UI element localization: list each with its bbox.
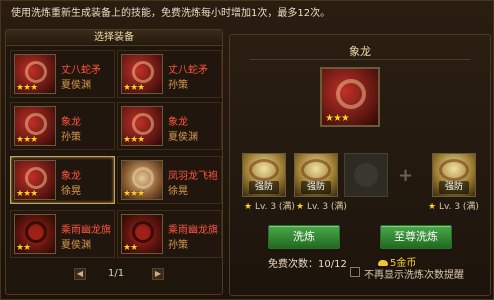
skill-level: ★ Lv. 3 (满) (428, 202, 479, 212)
star-rating: ★★★ (16, 83, 38, 93)
star-rating: ★★★ (123, 189, 145, 199)
tip-text: 使用洗炼重新生成装备上的技能，免费洗炼每小时增加1次，最多12次。 (11, 8, 331, 19)
skill-slot[interactable]: 强防 (242, 153, 286, 197)
equipment-name: 乘雨幽龙旗 (61, 225, 111, 236)
refine-window: 使用洗炼重新生成装备上的技能，免费洗炼每小时增加1次，最多12次。 选择装备 ★… (0, 0, 494, 300)
equipment-name: 象龙 (168, 117, 188, 128)
equipment-name: 丈八蛇矛 (168, 65, 208, 76)
refine-button[interactable]: 洗炼 (268, 225, 340, 249)
no-reminder-checkbox[interactable] (350, 267, 360, 277)
selected-equipment-title: 象龙 (349, 45, 371, 58)
star-rating: ★★★ (16, 189, 38, 199)
equipment-name: 丈八蛇矛 (61, 65, 101, 76)
equipment-slot[interactable]: ★★★ 凤羽龙飞袍 徐晃 (117, 156, 222, 204)
horse-icon: ★★★ (121, 106, 163, 146)
equipment-list-title: 选择装备 (6, 30, 222, 46)
equipment-name: 凤羽龙飞袍 (168, 171, 218, 182)
no-reminder-label: 不再显示洗炼次数提醒 (364, 270, 464, 281)
equipment-owner: 孙策 (61, 132, 81, 143)
robe-icon: ★★★ (121, 160, 163, 200)
star-rating: ★★★ (123, 135, 145, 145)
star-rating: ★★ (123, 243, 138, 253)
equipment-owner: 孙策 (168, 240, 188, 251)
skill-label: 强防 (301, 181, 331, 194)
star-rating: ★★★ (123, 83, 145, 93)
pager: ◀ 1/1 ▶ (66, 266, 166, 282)
equipment-list-panel: 选择装备 ★★★ 丈八蛇矛 夏侯渊 ★★★ 丈八蛇矛 孙策 ★★★ 象龙 孙策 … (5, 29, 223, 295)
selected-equipment-icon: ★★★ (320, 67, 380, 127)
equipment-slot[interactable]: ★★ 乘雨幽龙旗 孙策 (117, 210, 222, 258)
flag-icon: ★★ (14, 214, 56, 254)
equipment-name: 象龙 (61, 171, 81, 182)
supreme-refine-button[interactable]: 至尊洗炼 (380, 225, 452, 249)
page-indicator: 1/1 (108, 268, 125, 279)
skill-slot[interactable]: 强防 (432, 153, 476, 197)
star-icon: ★ (428, 202, 437, 212)
equipment-slot[interactable]: ★★★ 丈八蛇矛 孙策 (117, 50, 222, 98)
skill-label: 强防 (249, 181, 279, 194)
spear-icon: ★★★ (121, 54, 163, 94)
equipment-slot[interactable]: ★★ 乘雨幽龙旗 夏侯渊 (10, 210, 115, 258)
equipment-owner: 孙策 (168, 80, 188, 91)
equipment-slot[interactable]: ★★★ 象龙 孙策 (10, 102, 115, 150)
equipment-owner: 夏侯渊 (168, 132, 198, 143)
equipment-owner: 夏侯渊 (61, 80, 91, 91)
equipment-owner: 徐晃 (61, 186, 81, 197)
equipment-owner: 夏侯渊 (61, 240, 91, 251)
next-page-button[interactable]: ▶ (152, 268, 164, 280)
star-icon: ★ (244, 202, 253, 212)
skill-label: 强防 (439, 181, 469, 194)
refine-panel: 象龙 ★★★ 强防 强防 + 强防 ★ Lv. 3 (满) ★ Lv. 3 (满… (229, 34, 491, 296)
spear-icon: ★★★ (14, 54, 56, 94)
equipment-slot-selected[interactable]: ★★★ 象龙 徐晃 (10, 156, 115, 204)
equipment-name: 象龙 (61, 117, 81, 128)
equipment-name: 乘雨幽龙旗 (168, 225, 218, 236)
star-rating: ★★ (16, 243, 31, 253)
star-rating: ★★★ (16, 135, 38, 145)
star-icon: ★ (296, 202, 305, 212)
title-divider (250, 59, 470, 60)
equipment-owner: 徐晃 (168, 186, 188, 197)
free-count: 免费次数：10/12 (268, 259, 347, 270)
skill-level: ★ Lv. 3 (满) (244, 202, 295, 212)
equipment-slot[interactable]: ★★★ 丈八蛇矛 夏侯渊 (10, 50, 115, 98)
plus-icon: + (398, 165, 414, 186)
flag-icon: ★★ (121, 214, 163, 254)
skill-level: ★ Lv. 3 (满) (296, 202, 347, 212)
empty-skill-slot (344, 153, 388, 197)
horse-icon: ★★★ (14, 106, 56, 146)
skill-slot[interactable]: 强防 (294, 153, 338, 197)
equipment-slot[interactable]: ★★★ 象龙 夏侯渊 (117, 102, 222, 150)
prev-page-button[interactable]: ◀ (74, 268, 86, 280)
horse-icon: ★★★ (14, 160, 56, 200)
star-rating: ★★★ (325, 113, 350, 124)
